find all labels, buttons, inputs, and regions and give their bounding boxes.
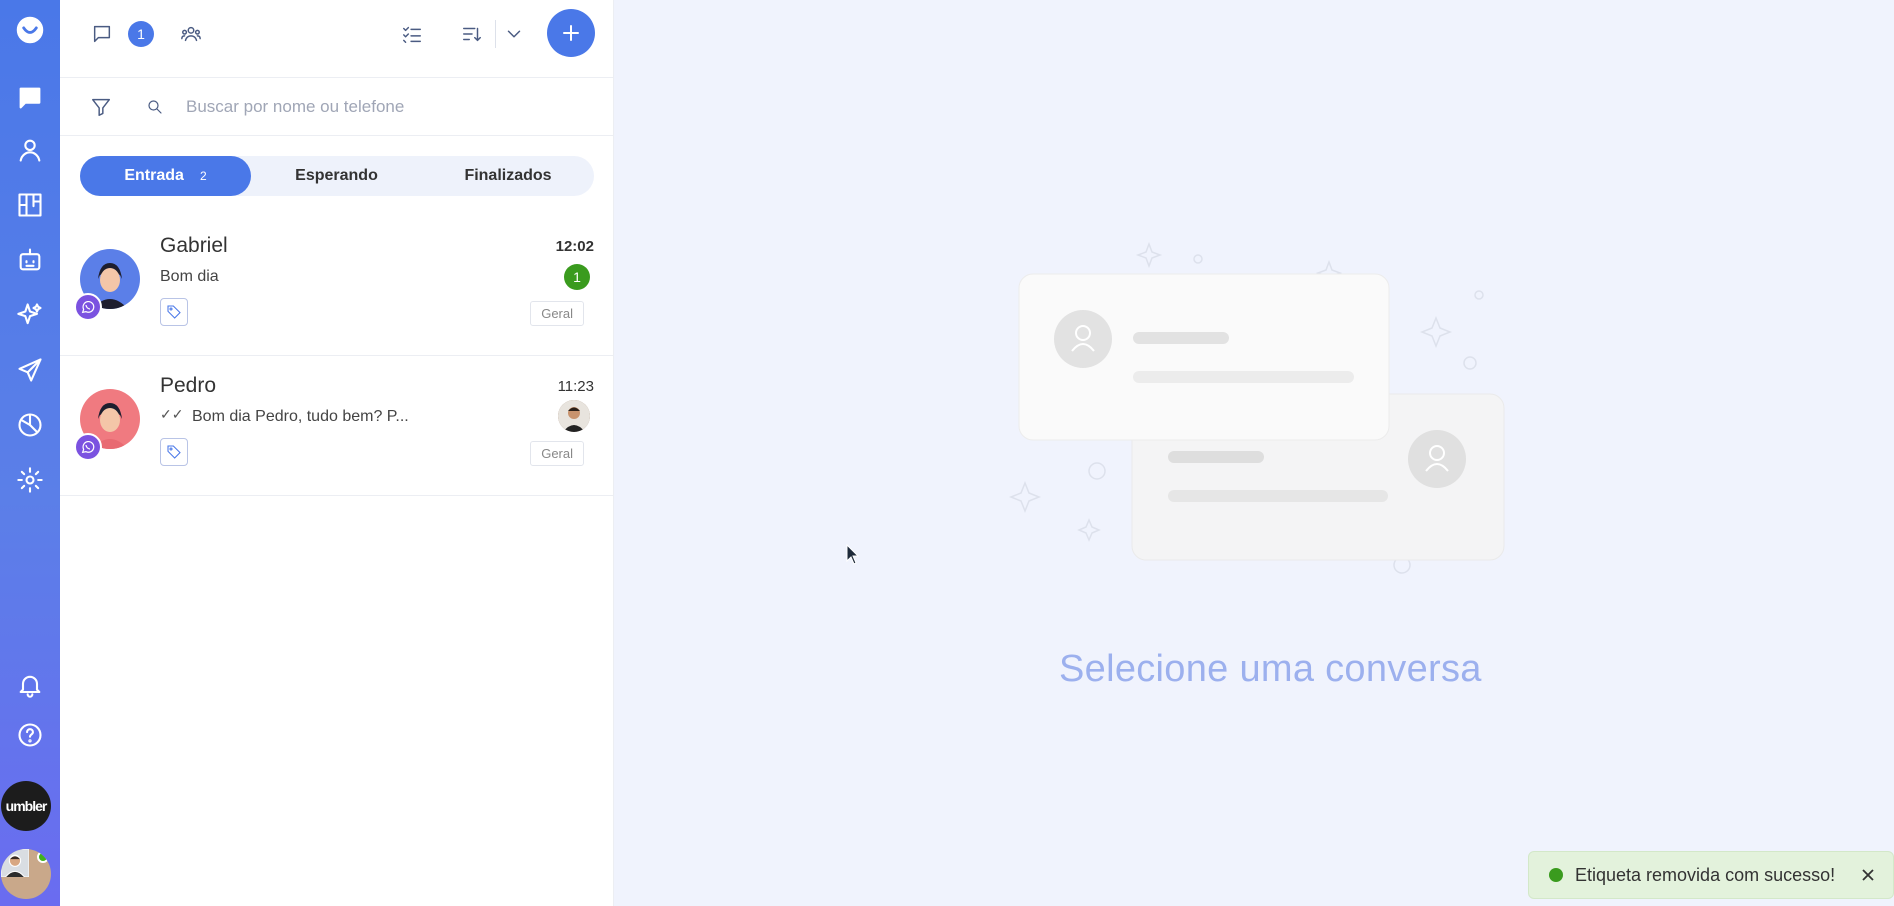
- contact-name: Pedro: [160, 374, 217, 397]
- conversation-panel: 1 Entrada 2 Esperando: [60, 0, 614, 906]
- app-logo[interactable]: [0, 0, 60, 60]
- online-status-dot: [37, 851, 49, 863]
- message-time: 12:02: [555, 238, 594, 255]
- tag-icon: [167, 305, 181, 319]
- toast-close-button[interactable]: [1857, 864, 1879, 886]
- agent-photo: [558, 400, 590, 432]
- success-dot-icon: [1549, 868, 1563, 882]
- tab-finalizados[interactable]: Finalizados: [422, 156, 594, 196]
- whatsapp-badge: [74, 433, 102, 461]
- message-time: 11:23: [557, 378, 594, 395]
- department-badge: Geral: [530, 441, 584, 466]
- nav-settings[interactable]: [12, 462, 48, 498]
- department-badge: Geral: [530, 301, 584, 326]
- user-photo: [1, 849, 30, 878]
- toast-message: Etiqueta removida com sucesso!: [1575, 864, 1836, 885]
- whatsapp-badge: [74, 293, 102, 321]
- workspace-label: umbler: [5, 798, 48, 814]
- last-message: Bom dia Pedro, tudo bem? P...: [192, 408, 409, 425]
- conversation-item[interactable]: Gabriel 12:02 Bom dia 1 Geral: [60, 216, 614, 356]
- tag-icon: [167, 445, 181, 459]
- conversation-item[interactable]: Pedro 11:23 ✓✓ Bom dia Pedro, tudo bem? …: [60, 356, 614, 496]
- contacts-icon: [19, 139, 41, 162]
- whatsapp-icon: [81, 300, 95, 314]
- chat-icon: [19, 87, 41, 109]
- ai-sparkle-icon: [17, 303, 42, 325]
- tab-entrada-count: 2: [199, 169, 207, 183]
- search-icon: [148, 100, 162, 114]
- empty-state-illustration: [1008, 241, 1505, 574]
- nav-rail: umbler: [0, 0, 60, 906]
- panel-toolbar: 1: [60, 0, 613, 78]
- logo-icon: [16, 16, 44, 44]
- tab-entrada[interactable]: Entrada 2: [80, 156, 251, 196]
- send-icon: [18, 358, 42, 382]
- chat-count-badge: 1: [128, 21, 154, 47]
- close-icon: [1862, 869, 1874, 881]
- my-chats-tab[interactable]: [90, 22, 114, 46]
- reports-icon: [18, 413, 42, 437]
- empty-state-title: Selecione uma conversa: [1059, 648, 1482, 690]
- search-bar: [60, 78, 613, 136]
- contact-name: Gabriel: [160, 234, 228, 257]
- checklist-icon: [403, 26, 421, 43]
- whatsapp-icon: [81, 440, 95, 454]
- user-avatar[interactable]: [1, 849, 51, 899]
- add-tag-button[interactable]: [160, 438, 188, 466]
- workspace-badge[interactable]: umbler: [1, 781, 51, 831]
- success-toast: Etiqueta removida com sucesso!: [1528, 851, 1894, 899]
- search-icon-wrap: [146, 98, 164, 116]
- new-chat-button[interactable]: [547, 9, 595, 57]
- bell-icon: [19, 675, 41, 698]
- toolbar-divider: [495, 20, 496, 48]
- help-icon: [18, 723, 42, 747]
- kanban-icon: [18, 193, 42, 217]
- sort-dropdown-button[interactable]: [502, 22, 526, 46]
- settings-icon: [17, 467, 43, 493]
- nav-kanban[interactable]: [12, 187, 48, 223]
- mouse-cursor-icon: [846, 544, 860, 565]
- nav-bots[interactable]: [12, 242, 48, 278]
- last-message: Bom dia: [160, 268, 219, 285]
- nav-help[interactable]: [12, 717, 48, 753]
- team-chats-tab[interactable]: [178, 22, 204, 46]
- nav-chat[interactable]: [12, 80, 48, 116]
- tab-entrada-label: Entrada: [124, 167, 184, 184]
- chat-bubble-icon: [93, 25, 111, 43]
- nav-reports[interactable]: [12, 407, 48, 443]
- tab-esperando-label: Esperando: [295, 167, 378, 184]
- nav-notifications[interactable]: [12, 667, 48, 703]
- nav-campaigns[interactable]: [12, 352, 48, 388]
- plus-icon: [563, 25, 579, 41]
- tab-esperando[interactable]: Esperando: [251, 156, 422, 196]
- status-tabs: Entrada 2 Esperando Finalizados: [80, 156, 594, 196]
- search-input[interactable]: [186, 94, 586, 120]
- nav-ai[interactable]: [12, 297, 48, 333]
- tab-finalizados-label: Finalizados: [464, 167, 552, 184]
- unread-badge: 1: [564, 264, 590, 290]
- delivered-ticks-icon: ✓✓: [160, 406, 184, 422]
- nav-contacts[interactable]: [12, 132, 48, 168]
- filter-icon: [92, 98, 110, 116]
- assigned-agent-avatar: [558, 400, 590, 432]
- select-chats-button[interactable]: [400, 22, 424, 46]
- bot-icon: [19, 248, 41, 271]
- team-icon: [181, 26, 201, 42]
- filter-button[interactable]: [90, 96, 112, 118]
- sort-button[interactable]: [460, 22, 484, 46]
- chevron-down-icon: [507, 30, 521, 38]
- sort-icon: [463, 27, 481, 42]
- add-tag-button[interactable]: [160, 298, 188, 326]
